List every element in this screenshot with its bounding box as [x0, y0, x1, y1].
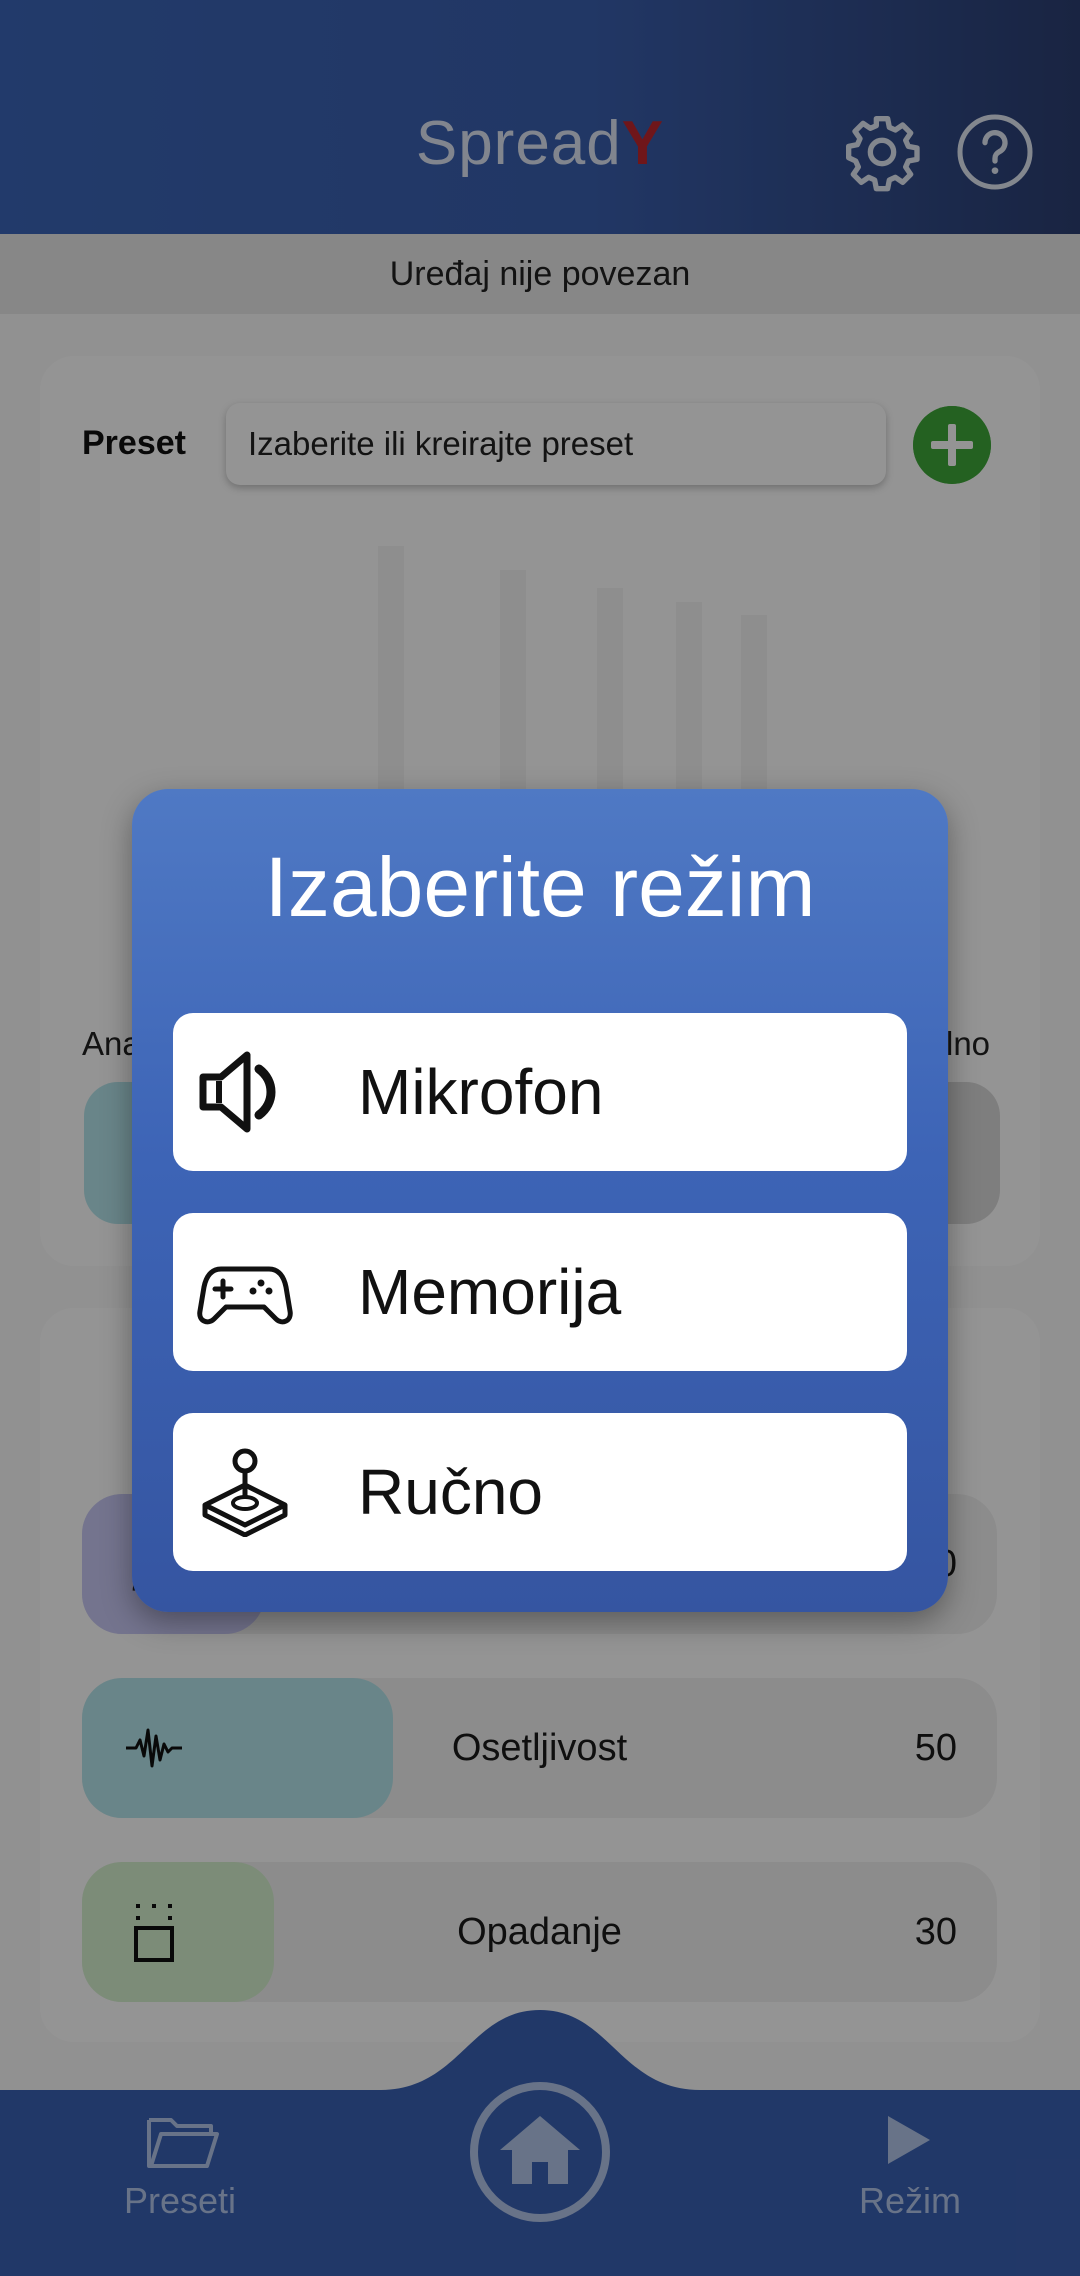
- joystick-icon: [202, 1448, 288, 1537]
- mode-option-label: Mikrofon: [358, 1056, 604, 1128]
- mode-option-label: Ručno: [358, 1456, 543, 1528]
- gamepad-icon: [197, 1266, 293, 1325]
- speaker-icon: [199, 1051, 276, 1133]
- mode-select-dialog: Izaberite režim Mikrofon Memorija Ručno: [132, 789, 948, 1612]
- mode-option-label: Memorija: [358, 1256, 622, 1328]
- dialog-title: Izaberite režim: [264, 840, 816, 934]
- mode-option-manual[interactable]: Ručno: [173, 1413, 907, 1571]
- mode-option-memory[interactable]: Memorija: [173, 1213, 907, 1371]
- mode-option-microphone[interactable]: Mikrofon: [173, 1013, 907, 1171]
